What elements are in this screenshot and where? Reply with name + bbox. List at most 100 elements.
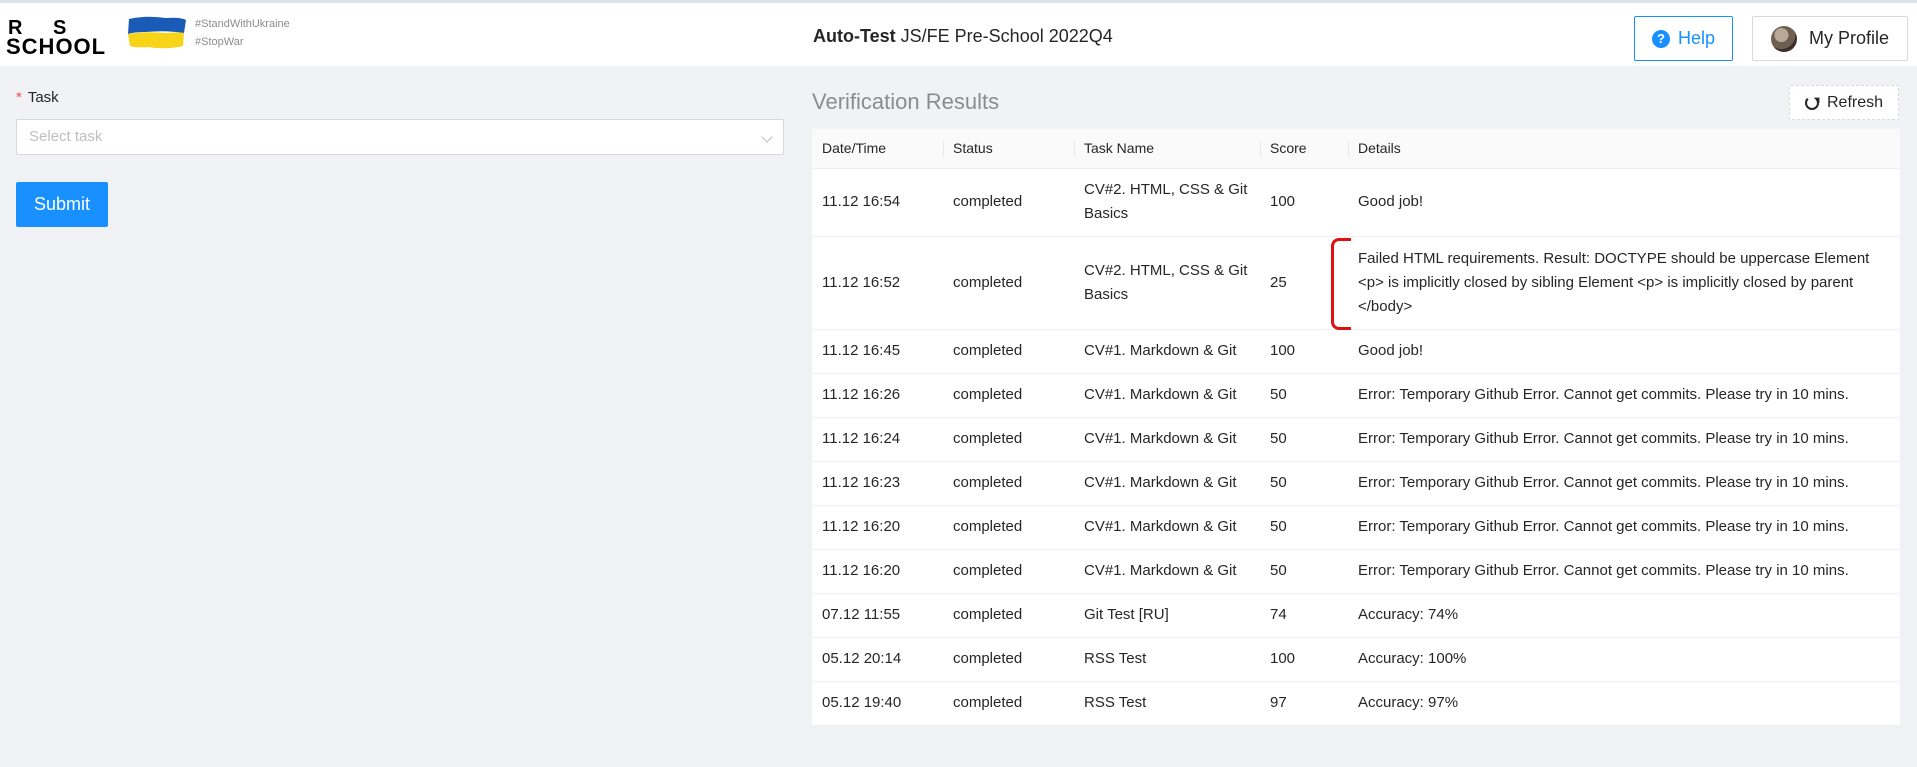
cell-task: CV#1. Markdown & Git [1074, 461, 1260, 506]
cell-status: completed [943, 637, 1074, 682]
cell-date: 05.12 19:40 [812, 681, 943, 726]
cell-task: RSS Test [1074, 637, 1260, 682]
cell-details: Error: Temporary Github Error. Cannot ge… [1348, 373, 1900, 418]
page-title-bold: Auto-Test [813, 26, 896, 46]
refresh-button-label: Refresh [1826, 93, 1884, 111]
results-title: Verification Results [812, 89, 1000, 114]
cell-score: 50 [1260, 549, 1348, 594]
cell-details: Failed HTML requirements. Result: DOCTYP… [1348, 236, 1900, 330]
cell-task: RSS Test [1074, 681, 1260, 726]
column-header-status: Status [943, 129, 1074, 169]
app-header: R S SCHOOL #StandWithUkraine #StopWar Au… [0, 3, 1917, 66]
cell-score: 50 [1260, 373, 1348, 418]
cell-details: Accuracy: 74% [1348, 593, 1900, 638]
question-circle-icon: ? [1651, 29, 1670, 48]
refresh-icon [1804, 95, 1819, 110]
table-row: 11.12 16:23 completed CV#1. Markdown & G… [812, 461, 1900, 506]
page-title: Auto-Test JS/FE Pre-School 2022Q4 [813, 26, 1113, 47]
my-profile-button[interactable]: My Profile [1752, 16, 1908, 61]
column-header-task-name: Task Name [1074, 129, 1260, 169]
cell-task: CV#1. Markdown & Git [1074, 329, 1260, 374]
cell-date: 11.12 16:54 [812, 168, 943, 237]
chevron-down-icon [761, 131, 773, 143]
page-title-rest: JS/FE Pre-School 2022Q4 [895, 26, 1113, 46]
column-header-details: Details [1348, 129, 1900, 169]
submit-button[interactable]: Submit [16, 182, 108, 227]
cell-status: completed [943, 236, 1074, 330]
cell-score: 74 [1260, 593, 1348, 638]
table-row: 11.12 16:54 completed CV#2. HTML, CSS & … [812, 168, 1900, 237]
results-table: Date/Time Status Task Name Score Details… [812, 129, 1900, 726]
ukraine-flag-icon [128, 16, 186, 49]
cell-score: 50 [1260, 461, 1348, 506]
table-row: 07.12 11:55 completed Git Test [RU] 74 A… [812, 593, 1900, 638]
cell-score: 97 [1260, 681, 1348, 726]
table-row: 11.12 16:26 completed CV#1. Markdown & G… [812, 373, 1900, 418]
refresh-button[interactable]: Refresh [1789, 85, 1899, 120]
cell-date: 11.12 16:26 [812, 373, 943, 418]
cell-score: 100 [1260, 168, 1348, 237]
cell-details: Error: Temporary Github Error. Cannot ge… [1348, 505, 1900, 550]
cell-date: 05.12 20:14 [812, 637, 943, 682]
my-profile-label: My Profile [1808, 28, 1889, 48]
cell-score: 50 [1260, 417, 1348, 462]
cell-details: Accuracy: 97% [1348, 681, 1900, 726]
cell-score: 100 [1260, 637, 1348, 682]
cell-status: completed [943, 329, 1074, 374]
logo-school: SCHOOL [6, 34, 107, 59]
cell-status: completed [943, 593, 1074, 638]
cell-status: completed [943, 549, 1074, 594]
tag-stand-with-ukraine: #StandWithUkraine [195, 18, 290, 30]
rs-school-logo[interactable]: R S SCHOOL [6, 18, 105, 58]
table-row: 11.12 16:20 completed CV#1. Markdown & G… [812, 505, 1900, 550]
task-select-placeholder: Select task [29, 128, 103, 145]
table-row: 05.12 19:40 completed RSS Test 97 Accura… [812, 681, 1900, 726]
table-row: 11.12 16:45 completed CV#1. Markdown & G… [812, 329, 1900, 374]
cell-date: 11.12 16:45 [812, 329, 943, 374]
task-label-text: Task [27, 89, 59, 106]
column-header-date: Date/Time [812, 129, 943, 169]
cell-score: 50 [1260, 505, 1348, 550]
table-row: 11.12 16:24 completed CV#1. Markdown & G… [812, 417, 1900, 462]
cell-date: 11.12 16:52 [812, 236, 943, 330]
cell-task: CV#2. HTML, CSS & Git Basics [1074, 236, 1260, 330]
cell-status: completed [943, 461, 1074, 506]
red-bracket-annotation [1331, 238, 1351, 330]
cell-details: Good job! [1348, 168, 1900, 237]
cell-task: CV#1. Markdown & Git [1074, 373, 1260, 418]
tag-stop-war: #StopWar [195, 36, 244, 48]
cell-status: completed [943, 168, 1074, 237]
cell-date: 11.12 16:20 [812, 549, 943, 594]
cell-task: CV#2. HTML, CSS & Git Basics [1074, 168, 1260, 237]
cell-status: completed [943, 681, 1074, 726]
help-button-label: Help [1677, 28, 1716, 48]
table-header-row: Date/Time Status Task Name Score Details [812, 129, 1900, 169]
cell-status: completed [943, 505, 1074, 550]
help-button[interactable]: ? Help [1634, 16, 1733, 61]
cell-details: Error: Temporary Github Error. Cannot ge… [1348, 549, 1900, 594]
cell-date: 11.12 16:20 [812, 505, 943, 550]
cell-task: Git Test [RU] [1074, 593, 1260, 638]
cell-status: completed [943, 373, 1074, 418]
cell-details: Good job! [1348, 329, 1900, 374]
column-header-score: Score [1260, 129, 1348, 169]
cell-task: CV#1. Markdown & Git [1074, 417, 1260, 462]
cell-status: completed [943, 417, 1074, 462]
cell-date: 11.12 16:23 [812, 461, 943, 506]
task-label: * Task [16, 89, 59, 106]
table-row: 11.12 16:52 completed CV#2. HTML, CSS & … [812, 236, 1900, 330]
cell-details: Error: Temporary Github Error. Cannot ge… [1348, 417, 1900, 462]
table-row: 11.12 16:20 completed CV#1. Markdown & G… [812, 549, 1900, 594]
cell-date: 07.12 11:55 [812, 593, 943, 638]
table-row: 05.12 20:14 completed RSS Test 100 Accur… [812, 637, 1900, 682]
task-select[interactable]: Select task [16, 119, 784, 155]
cell-task: CV#1. Markdown & Git [1074, 549, 1260, 594]
avatar [1770, 25, 1797, 52]
cell-date: 11.12 16:24 [812, 417, 943, 462]
cell-task: CV#1. Markdown & Git [1074, 505, 1260, 550]
cell-details: Accuracy: 100% [1348, 637, 1900, 682]
required-mark: * [16, 89, 22, 106]
cell-details: Error: Temporary Github Error. Cannot ge… [1348, 461, 1900, 506]
hashtags: #StandWithUkraine #StopWar [195, 15, 290, 51]
cell-score: 100 [1260, 329, 1348, 374]
